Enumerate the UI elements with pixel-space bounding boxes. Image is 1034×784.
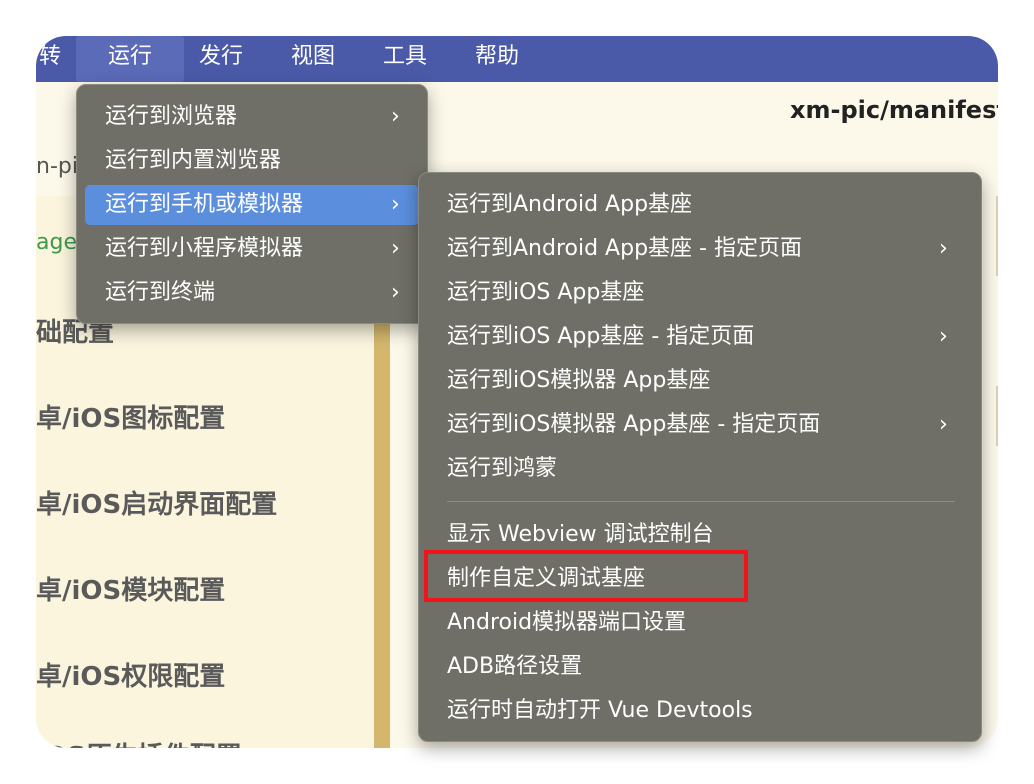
menu-item-view[interactable]: 视图 [278, 36, 348, 82]
sidebar-item-modules[interactable]: 卓/iOS模块配置 [36, 570, 225, 607]
menu-item-run-to-browser[interactable]: 运行到浏览器 › [85, 97, 419, 137]
menu-item-label: 运行到手机或模拟器 [105, 192, 304, 217]
menu-item-run-to-terminal[interactable]: 运行到终端 › [85, 273, 419, 313]
menu-item-label: 运行时自动打开 Vue Devtools [447, 698, 753, 723]
submenu-item-android-base[interactable]: 运行到Android App基座 [427, 185, 973, 225]
menu-item-label: 运行到Android App基座 [447, 192, 693, 217]
menu-item-label: 显示 Webview 调试控制台 [447, 522, 714, 547]
menu-item-run-to-builtin-browser[interactable]: 运行到内置浏览器 [85, 141, 419, 181]
menu-item-publish[interactable]: 发行 [186, 36, 256, 82]
menu-item-label: 运行到Android App基座 - 指定页面 [447, 236, 802, 261]
submenu-item-ios-simulator-base-page[interactable]: 运行到iOS模拟器 App基座 - 指定页面 › [427, 405, 973, 445]
file-title: xm-pic/manifest [790, 96, 998, 124]
menu-item-label: 运行到小程序模拟器 [105, 236, 304, 261]
editor-border [996, 386, 998, 446]
menu-item-run[interactable]: 运行 [76, 36, 184, 82]
menu-item-label: ADB路径设置 [447, 654, 583, 679]
editor-border [996, 196, 998, 276]
submenu-item-android-emulator-port[interactable]: Android模拟器端口设置 [427, 603, 973, 643]
submenu-item-harmony[interactable]: 运行到鸿蒙 [427, 449, 973, 489]
submenu-item-webview-console[interactable]: 显示 Webview 调试控制台 [427, 515, 973, 555]
chevron-right-icon: › [391, 236, 400, 261]
annotation-highlight-box [424, 550, 748, 602]
menu-item-label: 运行到终端 [105, 280, 216, 305]
submenu-item-ios-simulator-base[interactable]: 运行到iOS模拟器 App基座 [427, 361, 973, 401]
menu-bar: 转 运行 发行 视图 工具 帮助 [36, 36, 998, 82]
chevron-right-icon: › [391, 280, 400, 305]
sidebar-item-permissions[interactable]: 卓/iOS权限配置 [36, 656, 225, 693]
device-submenu: 运行到Android App基座 运行到Android App基座 - 指定页面… [418, 172, 982, 742]
chevron-right-icon: › [391, 104, 400, 129]
menu-item-tools[interactable]: 工具 [370, 36, 440, 82]
menu-item-run-to-miniprogram[interactable]: 运行到小程序模拟器 › [85, 229, 419, 269]
menu-item-label: 运行到鸿蒙 [447, 456, 558, 481]
chevron-right-icon: › [939, 236, 948, 261]
menu-item-run-to-device[interactable]: 运行到手机或模拟器 › [85, 185, 419, 225]
submenu-item-ios-base[interactable]: 运行到iOS App基座 [427, 273, 973, 313]
sidebar-item-icon[interactable]: 卓/iOS图标配置 [36, 398, 225, 435]
menu-item-help[interactable]: 帮助 [462, 36, 532, 82]
menu-item-label: 运行到iOS App基座 - 指定页面 [447, 324, 755, 349]
submenu-item-vue-devtools[interactable]: 运行时自动打开 Vue Devtools [427, 691, 973, 731]
menu-item-label: 运行到iOS模拟器 App基座 [447, 368, 711, 393]
menu-separator [447, 501, 955, 502]
submenu-item-ios-base-page[interactable]: 运行到iOS App基座 - 指定页面 › [427, 317, 973, 357]
menu-item-label: 运行到内置浏览器 [105, 148, 282, 173]
run-menu: 运行到浏览器 › 运行到内置浏览器 运行到手机或模拟器 › 运行到小程序模拟器 … [76, 84, 428, 324]
sidebar-item-splash[interactable]: 卓/iOS启动界面配置 [36, 484, 277, 521]
chevron-right-icon: › [939, 324, 948, 349]
menu-item-label: 运行到iOS App基座 [447, 280, 645, 305]
submenu-item-android-base-page[interactable]: 运行到Android App基座 - 指定页面 › [427, 229, 973, 269]
chevron-right-icon: › [391, 192, 400, 217]
menu-item-label: Android模拟器端口设置 [447, 610, 687, 635]
menu-item-convert[interactable]: 转 [36, 36, 64, 82]
submenu-item-adb-path[interactable]: ADB路径设置 [427, 647, 973, 687]
menu-item-label: 运行到iOS模拟器 App基座 - 指定页面 [447, 412, 821, 437]
editor-tab[interactable]: n-pi [36, 154, 78, 179]
chevron-right-icon: › [939, 412, 948, 437]
menu-item-label: 运行到浏览器 [105, 104, 238, 129]
sidebar-item-native-plugins[interactable]: iOS原生插件配置 [36, 736, 242, 748]
